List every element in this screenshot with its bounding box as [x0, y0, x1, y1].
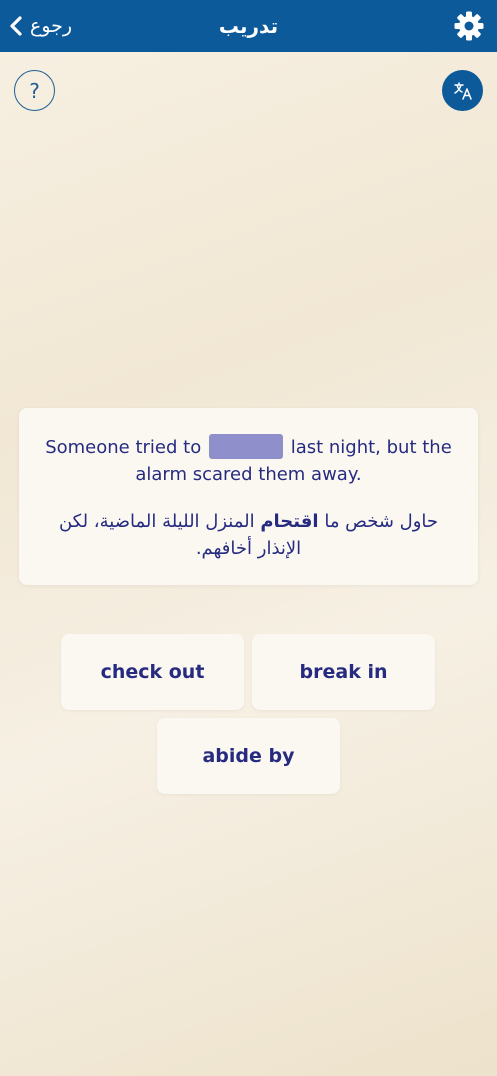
page-title: تدريب — [218, 14, 279, 38]
translate-button[interactable] — [442, 70, 483, 111]
translation-highlight: اقتحام — [260, 511, 319, 532]
translation-before: حاول شخص ما — [324, 511, 439, 532]
english-sentence: Someone tried to last night, but the ala… — [41, 434, 456, 488]
settings-button[interactable] — [453, 10, 485, 42]
gear-icon — [454, 11, 484, 41]
answer-blank — [208, 434, 283, 459]
option-button[interactable]: break in — [252, 634, 435, 710]
arabic-translation: حاول شخص ما اقتحام المنزل الليلة الماضية… — [41, 508, 456, 562]
help-label: ? — [29, 78, 40, 103]
help-button[interactable]: ? — [14, 70, 55, 111]
top-navigation-bar: رجوع تدريب — [0, 0, 497, 52]
sentence-before-blank: Someone tried to — [45, 437, 202, 458]
translate-icon — [453, 81, 472, 100]
question-card: Someone tried to last night, but the ala… — [19, 408, 478, 585]
option-button[interactable]: check out — [61, 634, 244, 710]
option-button[interactable]: abide by — [157, 718, 340, 794]
